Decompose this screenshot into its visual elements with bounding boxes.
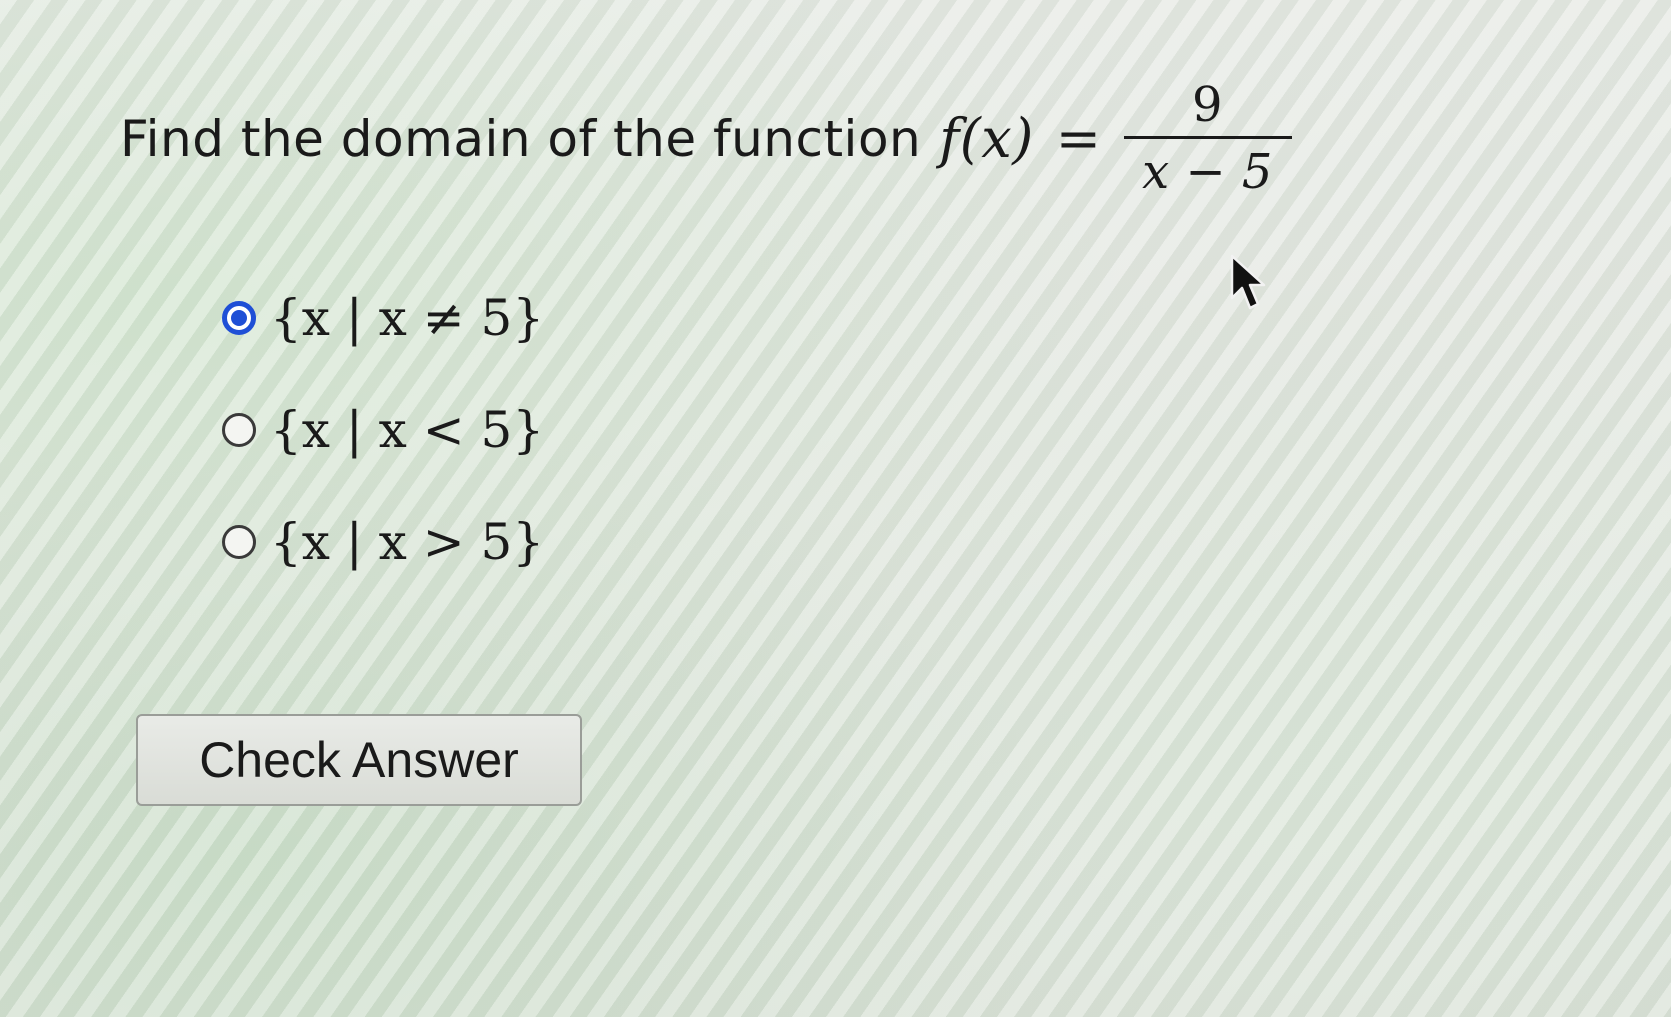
answer-option-3[interactable]: {x | x > 5} [222,486,544,598]
arrow-cursor-icon [1230,254,1266,310]
fraction-numerator: 9 [1192,77,1224,133]
answer-option-1[interactable]: {x | x ≠ 5} [222,262,544,374]
option-label[interactable]: {x | x ≠ 5} [270,289,544,347]
answer-options: {x | x ≠ 5} {x | x < 5} {x | x > 5} [222,262,544,598]
function-expression: f(x) = 9 x − 5 [939,77,1292,201]
answer-option-2[interactable]: {x | x < 5} [222,374,544,486]
option-label[interactable]: {x | x < 5} [270,401,544,459]
question: Find the domain of the function f(x) = 9… [120,80,1292,198]
function-lhs: f(x) [939,107,1034,171]
question-prompt: Find the domain of the function [120,109,922,168]
radio-button-selected[interactable] [222,301,256,335]
radio-button[interactable] [222,413,256,447]
fraction-denominator: x − 5 [1142,144,1273,201]
equals-sign: = [1055,107,1102,171]
fraction: 9 x − 5 [1123,77,1292,201]
radio-button[interactable] [222,525,256,559]
check-answer-button[interactable]: Check Answer [136,714,582,806]
option-label[interactable]: {x | x > 5} [270,513,544,571]
